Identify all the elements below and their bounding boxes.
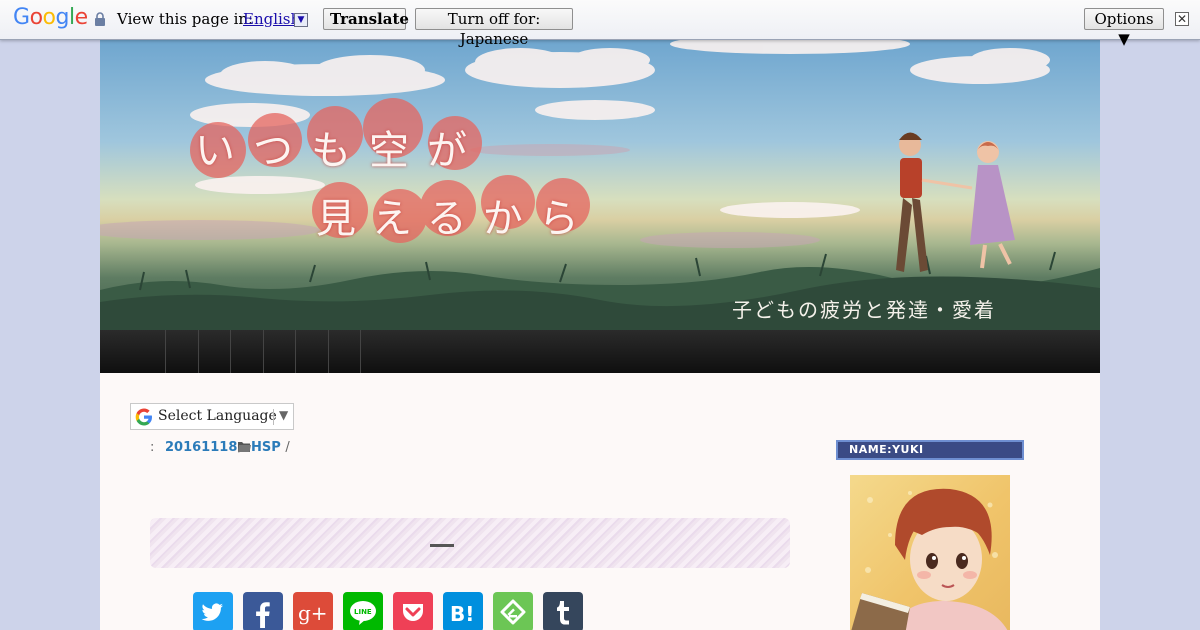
google-logo-letter: o bbox=[42, 5, 56, 30]
main-navigation bbox=[100, 330, 1100, 373]
site-subtitle: 子どもの疲労と発達・愛着 bbox=[732, 298, 996, 322]
page-container: いつも空が 見えるから 子どもの疲労と発達・愛着 Select Language… bbox=[100, 40, 1100, 630]
category-name: HSP bbox=[251, 440, 281, 455]
lock-icon bbox=[95, 12, 105, 26]
facebook-icon bbox=[256, 602, 270, 628]
header-illustration bbox=[100, 40, 1100, 330]
profile-avatar bbox=[850, 475, 1010, 630]
meta-prefix: : bbox=[150, 440, 155, 455]
nav-item[interactable] bbox=[166, 330, 199, 373]
post-meta: : 20161118, HSP / bbox=[150, 440, 290, 455]
nav-item[interactable] bbox=[329, 330, 361, 373]
site-title-line1: いつも空が bbox=[195, 128, 485, 174]
line-share-button[interactable]: LINE bbox=[343, 592, 383, 630]
hatena-share-button[interactable]: B! bbox=[443, 592, 483, 630]
close-icon[interactable]: ✕ bbox=[1175, 12, 1189, 26]
tumblr-share-button[interactable] bbox=[543, 592, 583, 630]
line-icon: LINE bbox=[350, 601, 376, 625]
nav-item[interactable] bbox=[264, 330, 296, 373]
header-banner[interactable]: いつも空が 見えるから 子どもの疲労と発達・愛着 bbox=[100, 40, 1100, 330]
google-g-icon bbox=[135, 408, 152, 426]
svg-text:LINE: LINE bbox=[354, 608, 372, 616]
google-logo: Google bbox=[13, 5, 88, 30]
folder-icon bbox=[238, 442, 251, 452]
svg-text:B!: B! bbox=[450, 602, 474, 626]
characters bbox=[896, 132, 1015, 272]
svg-text:g+: g+ bbox=[298, 601, 328, 625]
divider bbox=[273, 409, 274, 425]
select-language-label: Select Language bbox=[158, 408, 277, 424]
google-logo-letter: o bbox=[29, 5, 43, 30]
translate-bar: Google View this page in: English ▼ Tran… bbox=[0, 0, 1200, 48]
twitter-icon bbox=[201, 603, 223, 621]
google-logo-letter: g bbox=[55, 5, 70, 30]
pocket-share-button[interactable] bbox=[393, 592, 433, 630]
title-dash bbox=[430, 544, 454, 547]
feedly-icon bbox=[500, 599, 526, 625]
google-logo-letter: G bbox=[13, 5, 30, 30]
turn-off-button[interactable]: Turn off for: Japanese bbox=[415, 8, 573, 48]
tumblr-icon bbox=[557, 601, 569, 625]
nav-item[interactable] bbox=[199, 330, 231, 373]
googleplus-share-button[interactable]: g+ bbox=[293, 592, 333, 630]
select-language-dropdown[interactable]: Select Language ▼ bbox=[130, 403, 294, 430]
options-button[interactable]: Options ▼ bbox=[1084, 8, 1164, 48]
language-link[interactable]: English bbox=[243, 10, 300, 28]
facebook-share-button[interactable] bbox=[243, 592, 283, 630]
dropdown-arrow-icon: ▼ bbox=[279, 408, 289, 422]
view-page-in-label: View this page in: bbox=[117, 10, 254, 28]
translate-button[interactable]: Translate bbox=[323, 8, 409, 30]
meta-trailing: / bbox=[285, 440, 290, 455]
google-logo-letter: e bbox=[74, 5, 89, 30]
profile-heading: NAME:YUKI bbox=[836, 440, 1024, 460]
category-link[interactable]: HSP / bbox=[238, 440, 290, 455]
nav-item[interactable] bbox=[100, 330, 166, 373]
hatena-bookmark-icon: B! bbox=[450, 602, 474, 626]
nav-item[interactable] bbox=[231, 330, 264, 373]
twitter-share-button[interactable] bbox=[193, 592, 233, 630]
post-date: 20161118 bbox=[165, 440, 238, 455]
site-title-line2: 見えるから bbox=[316, 196, 595, 242]
feedly-share-button[interactable] bbox=[493, 592, 533, 630]
pocket-icon bbox=[403, 604, 423, 621]
googleplus-icon: g+ bbox=[298, 601, 328, 625]
post-date-link[interactable]: 20161118, bbox=[165, 440, 242, 455]
post-title-box bbox=[150, 518, 790, 568]
language-dropdown-icon[interactable]: ▼ bbox=[294, 13, 308, 27]
nav-item[interactable] bbox=[296, 330, 329, 373]
